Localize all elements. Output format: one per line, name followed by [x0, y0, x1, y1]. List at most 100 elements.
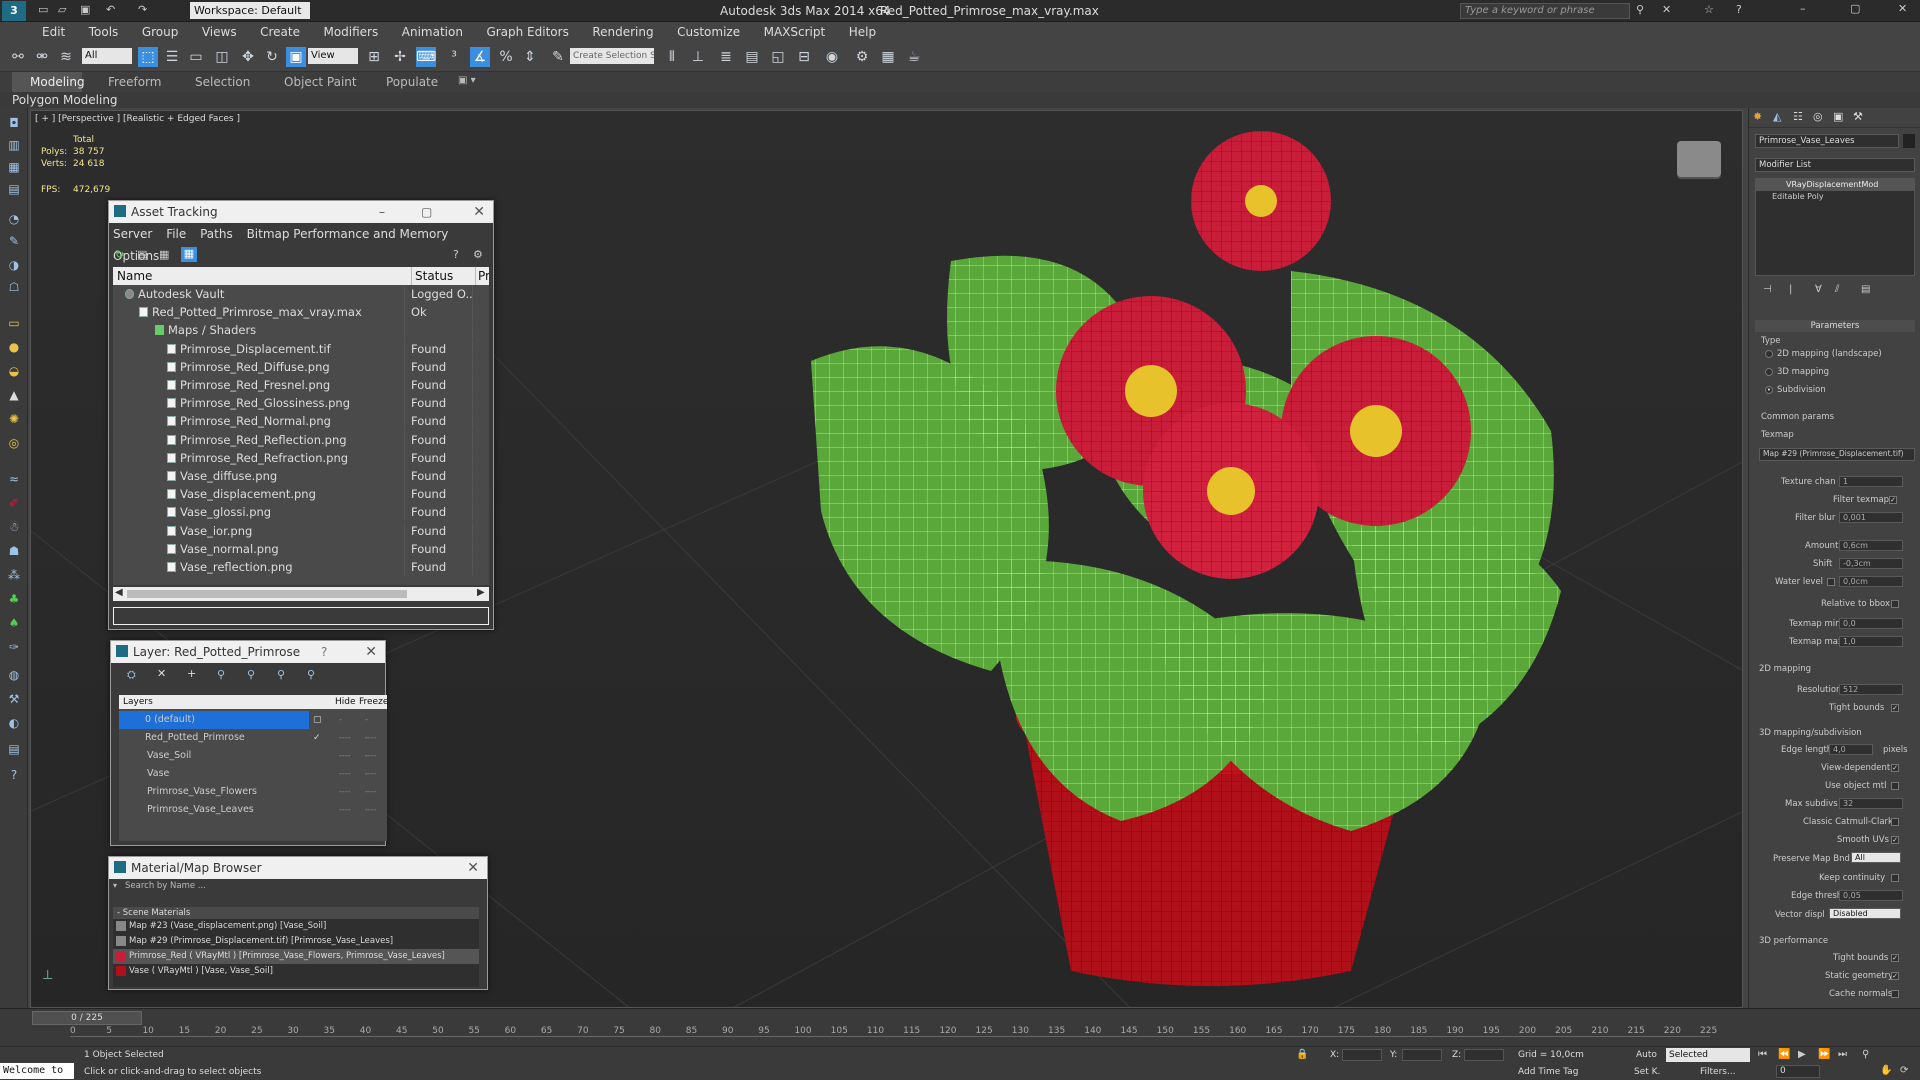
- question-icon[interactable]: ?: [5, 768, 23, 784]
- select-manipulate-icon[interactable]: ✢: [390, 47, 410, 67]
- texmap-max-field[interactable]: 1,0: [1839, 636, 1903, 647]
- pin-stack-icon[interactable]: ⊣: [1763, 284, 1772, 295]
- menu-graph-editors[interactable]: Graph Editors: [476, 22, 578, 42]
- rendered-frame-icon[interactable]: ▦: [878, 47, 898, 67]
- create-tab-icon[interactable]: ✸: [1753, 110, 1762, 123]
- modifier-list-dropdown[interactable]: Modifier List: [1755, 158, 1915, 172]
- layer-hide-toggle[interactable]: ----: [339, 783, 351, 801]
- goto-end-icon[interactable]: ⏭: [1838, 1049, 1847, 1060]
- snap-toggle-icon[interactable]: ³: [444, 47, 464, 67]
- wave-icon[interactable]: ≈: [5, 472, 23, 488]
- search-dropdown-icon[interactable]: ▾: [113, 879, 117, 893]
- space-warp-icon[interactable]: ◑: [5, 258, 23, 274]
- material-item[interactable]: Primrose_Red ( VRayMtl ) [Primrose_Vase_…: [113, 949, 479, 964]
- table-view-icon[interactable]: ▦: [181, 247, 197, 262]
- reference-coord-dropdown[interactable]: View: [308, 48, 358, 64]
- edit-named-selection-icon[interactable]: ✎: [548, 47, 568, 67]
- layer-hide-icon[interactable]: ⚲: [277, 668, 285, 681]
- display-tab-icon[interactable]: ▣: [1833, 110, 1843, 123]
- tools-icon[interactable]: ✕: [1662, 3, 1671, 16]
- redo-icon[interactable]: ↷: [138, 3, 147, 16]
- render-sphere-icon[interactable]: ◍: [5, 668, 23, 684]
- layer-freeze-toggle[interactable]: ----: [365, 747, 377, 765]
- perf-tight-bounds-checkbox[interactable]: ✓: [1891, 954, 1899, 962]
- sun-icon[interactable]: ✺: [5, 412, 23, 428]
- smooth-uvs-checkbox[interactable]: ✓: [1891, 836, 1899, 844]
- ribbon-options-icon[interactable]: ▣ ▾: [458, 75, 476, 86]
- cone-icon[interactable]: ▲: [5, 388, 23, 404]
- search-input[interactable]: Type a keyword or phrase: [1460, 3, 1630, 19]
- layer-hide-toggle[interactable]: ----: [339, 729, 351, 747]
- layer-freeze-toggle[interactable]: ----: [365, 765, 377, 783]
- tight-bounds-checkbox[interactable]: ✓: [1891, 704, 1899, 712]
- scroll-right-icon[interactable]: ▶: [477, 587, 485, 598]
- scene-materials-header[interactable]: - Scene Materials: [113, 907, 479, 919]
- open-file-icon[interactable]: ▱: [58, 3, 66, 16]
- z-coord-field[interactable]: [1464, 1049, 1504, 1061]
- maximize-icon[interactable]: ▢: [421, 201, 432, 223]
- material-search-input[interactable]: ▾ Search by Name ...: [109, 879, 487, 893]
- keyboard-shortcut-icon[interactable]: ⌨: [416, 47, 436, 67]
- pan-icon[interactable]: ✋: [1880, 1065, 1892, 1076]
- make-unique-icon[interactable]: ∀: [1815, 284, 1822, 295]
- polygon-modeling-label[interactable]: Polygon Modeling: [12, 93, 118, 107]
- minimize-icon[interactable]: –: [379, 201, 385, 223]
- settings-icon[interactable]: ⚙: [473, 248, 483, 261]
- layer-freeze-toggle[interactable]: ----: [365, 783, 377, 801]
- edge-length-field[interactable]: 4,0: [1829, 744, 1873, 755]
- menu-views[interactable]: Views: [192, 22, 247, 42]
- workspace-dropdown[interactable]: Workspace: Default: [190, 2, 310, 19]
- curve-editor-icon[interactable]: ◱: [768, 47, 788, 67]
- schematic-view-icon[interactable]: ⊟: [794, 47, 814, 67]
- classic-catmull-checkbox[interactable]: [1891, 818, 1899, 826]
- layer-row[interactable]: Primrose_Vase_Leaves ---- ----: [119, 801, 387, 819]
- figure-icon[interactable]: ☃: [5, 520, 23, 536]
- camera-icon[interactable]: ◘: [5, 116, 23, 132]
- stack-item-vray-displacement[interactable]: VRayDisplacementMod: [1756, 179, 1914, 191]
- object-name-field[interactable]: Primrose_Vase_Leaves: [1755, 134, 1899, 148]
- viewport-label[interactable]: [ + ] [Perspective ] [Realistic + Edged …: [35, 114, 240, 124]
- modify-tab-icon[interactable]: ◭: [1773, 110, 1781, 123]
- type-subdivision-radio[interactable]: •: [1765, 386, 1773, 394]
- motion-tab-icon[interactable]: ◎: [1813, 110, 1823, 123]
- menu-tools[interactable]: Tools: [79, 22, 129, 42]
- layer-highlight-icon[interactable]: ⚲: [247, 668, 255, 681]
- asset-menu-server[interactable]: Server: [113, 227, 152, 241]
- minimize-icon[interactable]: –: [1800, 2, 1806, 15]
- configure-sets-icon[interactable]: ▤: [1861, 284, 1870, 295]
- layer-new-icon[interactable]: ⛭: [127, 668, 136, 682]
- angle-snap-icon[interactable]: ∡: [470, 47, 490, 67]
- menu-group[interactable]: Group: [132, 22, 189, 42]
- add-time-tag[interactable]: Add Time Tag: [1518, 1067, 1578, 1077]
- layer-window-titlebar[interactable]: Layer: Red_Potted_Primrose ? ✕: [111, 641, 385, 663]
- asset-menu-bitmap[interactable]: Bitmap Performance and Memory: [247, 227, 449, 241]
- play-icon[interactable]: ▶: [1798, 1049, 1806, 1060]
- undo-icon[interactable]: ↶: [106, 3, 115, 16]
- column-freeze[interactable]: Freeze: [359, 695, 387, 709]
- material-editor-icon[interactable]: ◉: [822, 47, 842, 67]
- layer-current-box[interactable]: ▢: [313, 711, 322, 729]
- brush-icon[interactable]: ✑: [5, 640, 23, 656]
- help-icon[interactable]: ?: [453, 248, 459, 261]
- texmap-button[interactable]: Map #29 (Primrose_Displacement.tif): [1759, 448, 1915, 461]
- material-item[interactable]: Vase ( VRayMtl ) [Vase, Vase_Soil]: [113, 964, 479, 979]
- type-2d-radio[interactable]: [1765, 350, 1773, 358]
- close-icon[interactable]: ✕: [365, 641, 377, 663]
- utility-icon[interactable]: ⚒: [5, 692, 23, 708]
- menu-customize[interactable]: Customize: [667, 22, 750, 42]
- window-crossing-icon[interactable]: ◫: [212, 47, 232, 67]
- menu-modifiers[interactable]: Modifiers: [313, 22, 388, 42]
- particles-icon[interactable]: ⁂: [5, 568, 23, 584]
- relative-bbox-checkbox[interactable]: [1891, 600, 1899, 608]
- bind-space-warp-icon[interactable]: ≋: [56, 47, 76, 67]
- lock-icon[interactable]: 🔒: [1296, 1049, 1308, 1060]
- auto-key-button[interactable]: Auto: [1636, 1050, 1657, 1060]
- list-icon[interactable]: ▤: [5, 182, 23, 198]
- layer-hide-toggle[interactable]: ----: [339, 765, 351, 783]
- column-hide[interactable]: Hide: [335, 695, 356, 709]
- render-icon[interactable]: ☕: [904, 47, 924, 67]
- resolution-field[interactable]: 512: [1839, 684, 1903, 695]
- ribbon-tab-populate[interactable]: Populate: [386, 75, 438, 89]
- app-logo-icon[interactable]: 3: [2, 1, 26, 21]
- stack-item-editable-poly[interactable]: Editable Poly: [1756, 191, 1914, 203]
